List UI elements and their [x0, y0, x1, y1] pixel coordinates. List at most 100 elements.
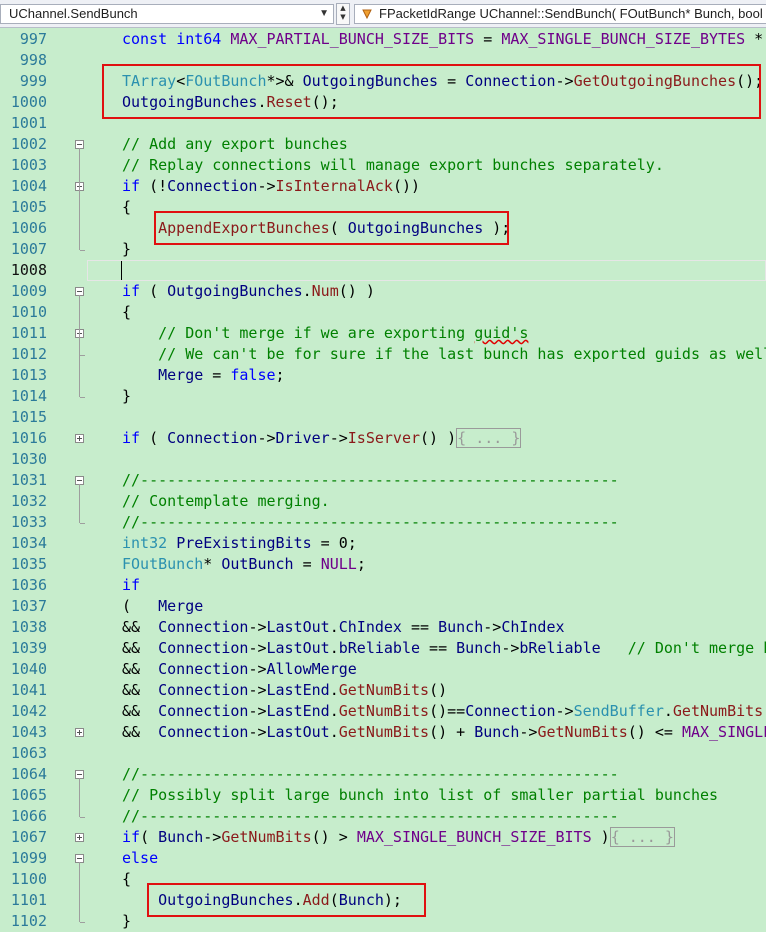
identifier-token: Connection: [167, 429, 258, 447]
punctuation-token: &&: [122, 618, 159, 636]
down-arrow-icon[interactable]: ▼: [337, 13, 349, 22]
code-line[interactable]: 1032 // Contemplate merging.: [0, 491, 766, 512]
collapsed-block[interactable]: { ... }: [609, 827, 675, 847]
code-line[interactable]: 1037 ( Merge: [0, 596, 766, 617]
navigation-spinner[interactable]: ▲ ▼: [336, 3, 350, 25]
line-number: 1043: [10, 723, 47, 741]
identifier-token: ChIndex: [501, 618, 565, 636]
code-line[interactable]: 1013 Merge = false;: [0, 365, 766, 386]
code-line[interactable]: 1001: [0, 113, 766, 134]
code-line[interactable]: 1043 && Connection->LastOut.GetNumBits() …: [0, 722, 766, 743]
code-line[interactable]: 1065 // Possibly split large bunch into l…: [0, 785, 766, 806]
code-line[interactable]: 1010 {: [0, 302, 766, 323]
punctuation-token: ->: [257, 429, 276, 447]
text-caret: [121, 261, 122, 280]
line-number: 1036: [10, 576, 47, 594]
code-text: //--------------------------------------…: [122, 806, 619, 827]
code-line[interactable]: 1002 // Add any export bunches: [0, 134, 766, 155]
code-line[interactable]: 1067 if( Bunch->GetNumBits() > MAX_SINGLE…: [0, 827, 766, 848]
expand-icon[interactable]: [75, 434, 84, 443]
code-line[interactable]: 1042 && Connection->LastEnd.GetNumBits()=…: [0, 701, 766, 722]
code-line[interactable]: 1063: [0, 743, 766, 764]
code-line[interactable]: 1015: [0, 407, 766, 428]
code-line[interactable]: 1016 if ( Connection->Driver->IsServer() …: [0, 428, 766, 449]
punctuation-token: *: [203, 555, 222, 573]
identifier-token: Connection: [158, 681, 249, 699]
code-line[interactable]: 1009 if ( OutgoingBunches.Num() ): [0, 281, 766, 302]
punctuation-token: *>&: [266, 72, 303, 90]
code-line[interactable]: 1101 OutgoingBunches.Add(Bunch);: [0, 890, 766, 911]
code-line[interactable]: 1031 //----------------------------------…: [0, 470, 766, 491]
punctuation-token: (): [429, 681, 448, 699]
line-number: 1067: [10, 828, 47, 846]
function-name-token: IsInternalAck: [275, 177, 393, 195]
line-number: 1008: [10, 261, 47, 279]
code-line[interactable]: 998: [0, 50, 766, 71]
identifier-token: ChIndex: [338, 618, 402, 636]
code-line[interactable]: 1033 //----------------------------------…: [0, 512, 766, 533]
code-line[interactable]: 1102}: [0, 911, 766, 932]
code-line[interactable]: 1100 {: [0, 869, 766, 890]
code-line[interactable]: 1035 FOutBunch* OutBunch = NULL;: [0, 554, 766, 575]
function-name-token: GetNumBits: [338, 702, 430, 720]
identifier-token: Connection: [465, 702, 556, 720]
line-number: 1005: [10, 198, 47, 216]
code-line[interactable]: 1099 else: [0, 848, 766, 869]
code-line[interactable]: 1041 && Connection->LastEnd.GetNumBits(): [0, 680, 766, 701]
line-number: 1000: [10, 93, 47, 111]
code-line[interactable]: 1038 && Connection->LastOut.ChIndex == Bu…: [0, 617, 766, 638]
member-dropdown[interactable]: UChannel.SendBunch ▼: [0, 4, 334, 24]
identifier-token: Connection: [465, 72, 556, 90]
code-line[interactable]: 1034 int32 PreExistingBits = 0;: [0, 533, 766, 554]
code-line[interactable]: 1005 {: [0, 197, 766, 218]
macro-token: MAX_SINGLE_BUNCH_SIZE_BITS: [356, 828, 592, 846]
type-name-token: FOutBunch: [122, 555, 204, 573]
code-line[interactable]: 1030: [0, 449, 766, 470]
fold-guide: [79, 337, 80, 355]
code-text: // Add any export bunches: [122, 134, 348, 155]
code-line[interactable]: 1011 // Don't merge if we are exporting …: [0, 323, 766, 344]
comment-token: // Don't merge if we are exporting: [158, 324, 475, 342]
code-text: // We can't be for sure if the last bunc…: [122, 344, 766, 365]
expand-icon[interactable]: [75, 728, 84, 737]
punctuation-token: .: [293, 891, 303, 909]
code-text: //--------------------------------------…: [122, 764, 619, 785]
code-line[interactable]: 997 const int64 MAX_PARTIAL_BUNCH_SIZE_BI…: [0, 29, 766, 50]
line-number: 1006: [10, 219, 47, 237]
punctuation-token: [122, 366, 158, 384]
identifier-token: Bunch: [338, 891, 384, 909]
line-number: 1030: [10, 450, 47, 468]
punctuation-token: ->: [555, 702, 574, 720]
code-line[interactable]: 999 TArray<FOutBunch*>& OutgoingBunches =…: [0, 71, 766, 92]
code-line[interactable]: 1014}: [0, 386, 766, 407]
punctuation-token: (: [122, 597, 159, 615]
punctuation-token: (: [140, 282, 168, 300]
code-line[interactable]: 1004 if (!Connection->IsInternalAck()): [0, 176, 766, 197]
punctuation-token: ): [591, 828, 610, 846]
code-line[interactable]: 1066 //----------------------------------…: [0, 806, 766, 827]
code-line[interactable]: 1012 // We can't be for sure if the last…: [0, 344, 766, 365]
punctuation-token: ->: [248, 639, 267, 657]
code-line[interactable]: 1039 && Connection->LastOut.bReliable == …: [0, 638, 766, 659]
line-number: 1100: [10, 870, 47, 888]
collapsed-block[interactable]: { ... }: [456, 428, 522, 448]
code-line[interactable]: 1003 // Replay connections will manage ex…: [0, 155, 766, 176]
line-number: 1032: [10, 492, 47, 510]
up-arrow-icon[interactable]: ▲: [337, 4, 349, 13]
code-line[interactable]: 1064 //----------------------------------…: [0, 764, 766, 785]
code-line[interactable]: 1006 AppendExportBunches( OutgoingBunche…: [0, 218, 766, 239]
punctuation-token: ->: [203, 828, 222, 846]
function-dropdown[interactable]: FPacketIdRange UChannel::SendBunch( FOut…: [354, 4, 766, 24]
code-line[interactable]: 1040 && Connection->AllowMerge: [0, 659, 766, 680]
code-line[interactable]: 1007}: [0, 239, 766, 260]
code-line[interactable]: 1036 if: [0, 575, 766, 596]
code-line[interactable]: 1000 OutgoingBunches.Reset();: [0, 92, 766, 113]
expand-icon[interactable]: [75, 833, 84, 842]
code-editor[interactable]: 996997const int64 MAX_PARTIAL_BUNCH_SIZE…: [0, 28, 766, 932]
code-text: // Replay connections will manage export…: [122, 155, 664, 176]
function-name-token: GetOutgoingBunches: [573, 72, 737, 90]
punctuation-token: &&: [122, 723, 159, 741]
punctuation-token: [167, 534, 176, 552]
identifier-token: Bunch: [456, 639, 502, 657]
macro-token: MAX_PARTIAL_BUNCH_SIZE_BITS: [230, 30, 475, 48]
